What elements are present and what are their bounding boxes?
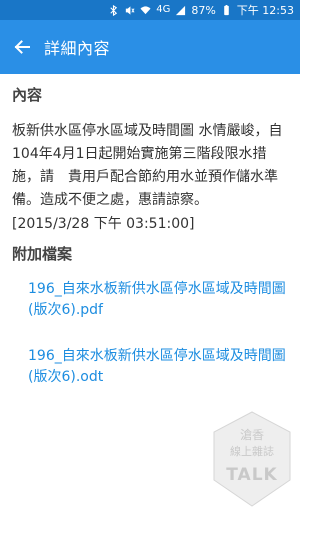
network-type-label: 4G: [156, 4, 171, 15]
content-heading: 內容: [12, 86, 43, 104]
battery-icon: [224, 4, 229, 15]
app-bar: 詳細內容: [0, 20, 300, 74]
battery-percent: 87%: [191, 3, 216, 17]
back-button[interactable]: [2, 20, 42, 74]
attachments-heading: 附加檔案: [12, 245, 73, 263]
status-time: 下午 12:53: [236, 4, 294, 17]
attachment-link-pdf[interactable]: 196_自來水板新供水區停水區域及時間圖 (版次6).pdf: [28, 279, 290, 321]
watermark-logo: 滄香 線上雜誌 TALK: [210, 410, 294, 510]
announcement-timestamp: [2015/3/28 下午 03:51:00]: [12, 216, 195, 232]
wifi-icon: [140, 5, 151, 14]
arrow-left-icon: [14, 40, 30, 54]
mute-icon: [126, 5, 135, 15]
watermark-line3: TALK: [226, 465, 278, 485]
signal-icon: [176, 5, 186, 15]
watermark-shape-icon: [213, 411, 291, 507]
bluetooth-icon: [110, 4, 118, 16]
watermark-line1: 滄香: [239, 428, 264, 442]
content-body: 板新供水區停水區域及時間圖 水情嚴峻，自104年4月1日起開始實施第三階段限水措…: [12, 120, 294, 236]
attachment-link-odt[interactable]: 196_自來水板新供水區停水區域及時間圖 (版次6).odt: [28, 346, 290, 388]
status-bar: 4G 87% 下午 12:53: [0, 0, 300, 20]
watermark-line2: 線上雜誌: [230, 445, 274, 458]
page-title: 詳細內容: [44, 39, 111, 58]
announcement-text: 板新供水區停水區域及時間圖 水情嚴峻，自104年4月1日起開始實施第三階段限水措…: [12, 123, 283, 208]
